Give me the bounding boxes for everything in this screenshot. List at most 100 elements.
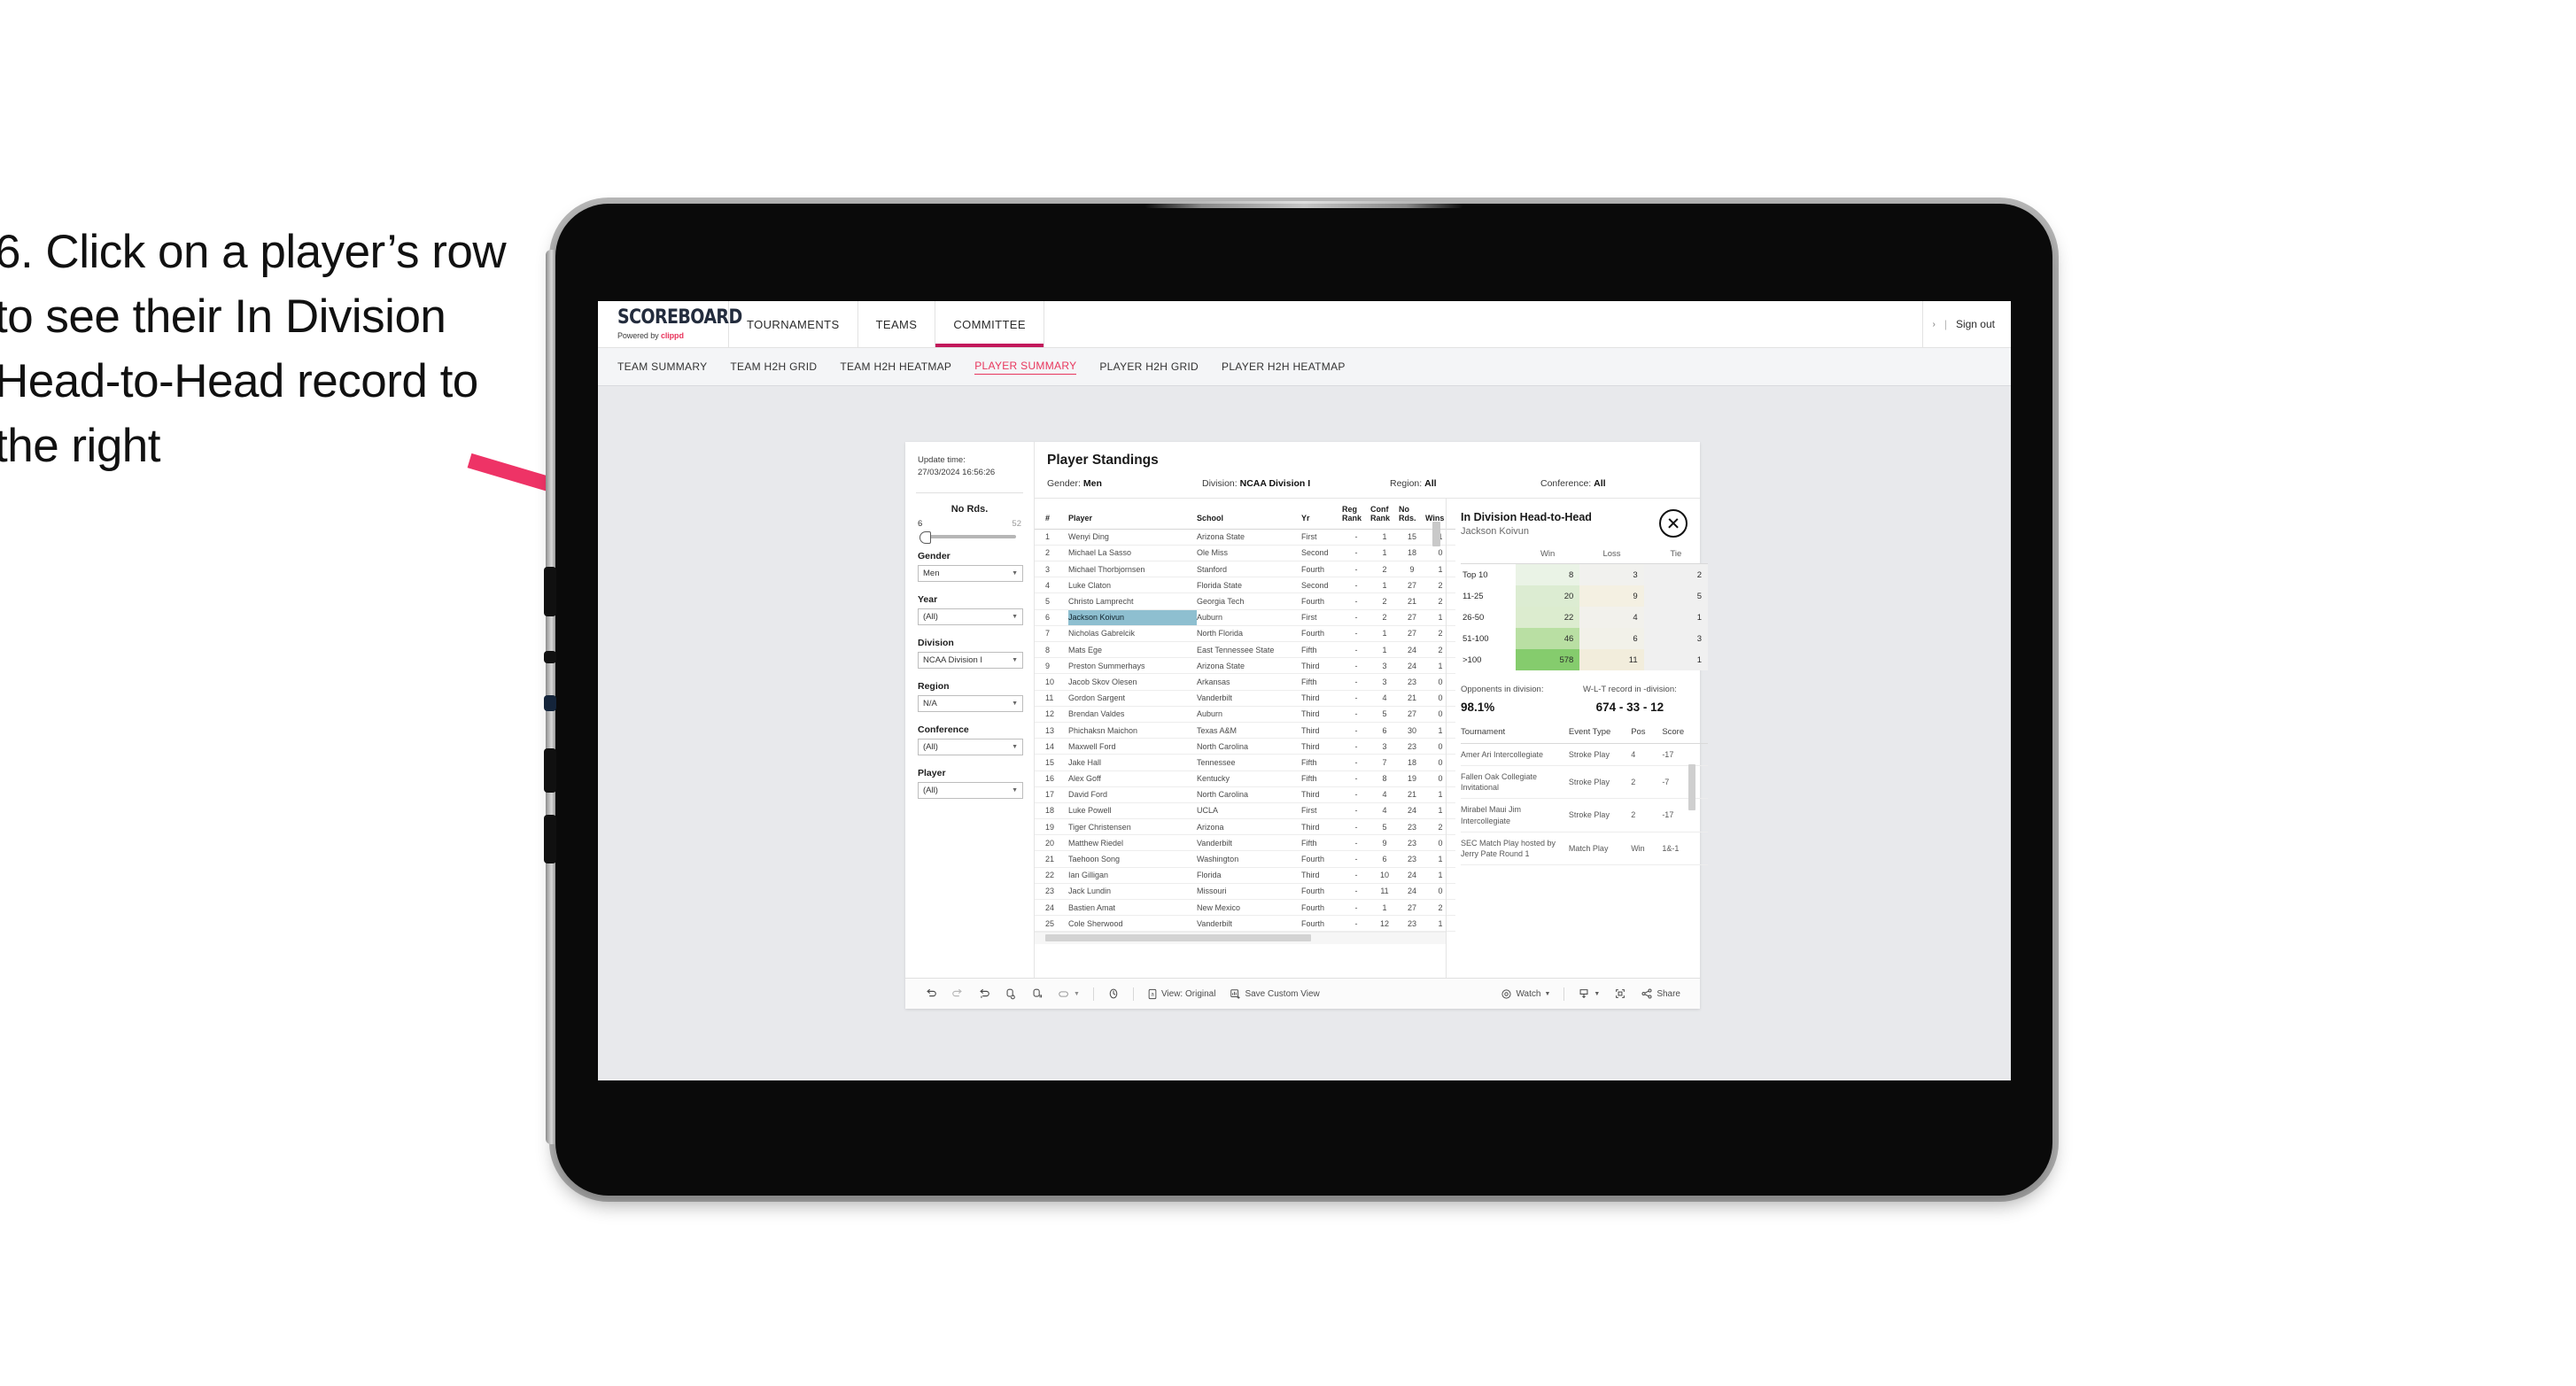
table-row[interactable]: 15 Jake Hall Tennessee Fifth -7 18 0: [1035, 754, 1455, 771]
no-rounds-slider-handle[interactable]: [919, 530, 931, 544]
col-conf-rank[interactable]: Conf Rank: [1370, 499, 1399, 530]
table-row[interactable]: 16 Alex Goff Kentucky Fifth -8 19 0: [1035, 770, 1455, 787]
table-row[interactable]: 9 Preston Summerhays Arizona State Third -3 2…: [1035, 657, 1455, 675]
table-row[interactable]: 11 Gordon Sargent Vanderbilt Third -4 21 0: [1035, 690, 1455, 707]
standings-vertical-scrollbar[interactable]: [1432, 522, 1440, 546]
col-reg-rank[interactable]: Reg Rank: [1342, 499, 1370, 530]
tablet-volume-down-button[interactable]: [544, 815, 556, 863]
tournament-event-type: Stroke Play: [1568, 798, 1632, 832]
tab-player-h2h-heatmap[interactable]: PLAYER H2H HEATMAP: [1222, 360, 1346, 373]
col-yr[interactable]: Yr: [1301, 499, 1342, 530]
view-original-button[interactable]: a View: Original: [1140, 988, 1223, 1000]
table-row[interactable]: 20 Matthew Riedel Vanderbilt Fifth -9 23 0: [1035, 834, 1455, 852]
col-pos[interactable]: Pos: [1631, 727, 1663, 744]
revert-icon[interactable]: [971, 987, 997, 1000]
col-tournament[interactable]: Tournament: [1461, 727, 1569, 744]
row-year: Third: [1301, 867, 1342, 884]
table-row[interactable]: 23 Jack Lundin Missouri Fourth -11 24 0: [1035, 883, 1455, 901]
row-year: First: [1301, 529, 1342, 546]
tablet-side-button-1[interactable]: [544, 567, 556, 616]
close-circle-icon[interactable]: [1659, 509, 1688, 538]
tournament-row[interactable]: Fallen Oak Collegiate Invitational Stroke…: [1461, 765, 1708, 800]
summary-gender: Gender: Men: [1047, 478, 1202, 489]
col-no-rds[interactable]: No Rds.: [1399, 499, 1425, 530]
table-row[interactable]: 12 Brendan Valdes Auburn Third -5 27 0: [1035, 706, 1455, 723]
row-reg-rank: -: [1342, 754, 1370, 771]
chevron-right-icon[interactable]: ›: [1932, 320, 1935, 329]
row-player-name: Michael Thorbjornsen: [1068, 561, 1197, 578]
tab-player-h2h-grid[interactable]: PLAYER H2H GRID: [1099, 360, 1199, 373]
standings-table-head: # Player School Yr Reg Rank Conf Rank No Rd…: [1035, 499, 1455, 530]
row-player-name: Brendan Valdes: [1068, 706, 1197, 723]
table-row[interactable]: 25 Cole Sherwood Vanderbilt Fourth -12 23 1: [1035, 915, 1455, 933]
table-row[interactable]: 2 Michael La Sasso Ole Miss Second -1 18 0: [1035, 545, 1455, 562]
tab-team-h2h-heatmap[interactable]: TEAM H2H HEATMAP: [840, 360, 951, 373]
topnav-item-committee[interactable]: COMMITTEE: [935, 301, 1044, 347]
tab-team-h2h-grid[interactable]: TEAM H2H GRID: [730, 360, 817, 373]
tab-team-summary[interactable]: TEAM SUMMARY: [617, 360, 707, 373]
share-button[interactable]: Share: [1633, 987, 1688, 1000]
tournament-row[interactable]: Mirabel Maui Jim Intercollegiate Stroke P…: [1461, 798, 1708, 832]
row-player-name: Nicholas Gabrelcik: [1068, 625, 1197, 643]
sign-out-link[interactable]: Sign out: [1956, 318, 1995, 330]
table-row[interactable]: 6 Jackson Koivun Auburn First -2 27 1: [1035, 609, 1455, 626]
table-row[interactable]: 21 Taehoon Song Washington Fourth -6 23 1: [1035, 850, 1455, 868]
filter-conference-select[interactable]: (All) ▼: [918, 738, 1023, 755]
col-score[interactable]: Score: [1662, 727, 1708, 744]
row-year: Second: [1301, 577, 1342, 594]
history-icon[interactable]: [1100, 987, 1127, 1000]
tournament-name: Amer Ari Intercollegiate: [1461, 743, 1569, 767]
fullscreen-icon[interactable]: [1607, 987, 1633, 1000]
head-to-head-heatmap-table: Win Loss Tie Top 10 8 3 2 11-25 20 9 5 26-50 22 4 1…: [1461, 549, 1708, 670]
filter-gender-select[interactable]: Men ▼: [918, 564, 1023, 582]
table-row[interactable]: 7 Nicholas Gabrelcik North Florida Fourth -1…: [1035, 625, 1455, 643]
table-row[interactable]: 18 Luke Powell UCLA First -4 24 1: [1035, 802, 1455, 820]
col-player[interactable]: Player: [1068, 499, 1197, 530]
standings-horizontal-scroll-thumb[interactable]: [1045, 934, 1311, 942]
table-row[interactable]: 10 Jacob Skov Olesen Arkansas Fifth -3 23 0: [1035, 673, 1455, 691]
dashboard-canvas: Update time: 27/03/2024 16:56:26 No Rds.…: [598, 386, 2011, 1080]
download-icon[interactable]: ▼: [1571, 987, 1607, 1000]
tablet-volume-up-button[interactable]: [544, 748, 556, 793]
table-row[interactable]: 14 Maxwell Ford North Carolina Third -3 23 0: [1035, 738, 1455, 755]
topnav-item-tournaments[interactable]: TOURNAMENTS: [729, 301, 858, 347]
table-row[interactable]: 8 Mats Ege East Tennessee State Fifth -1 24 2: [1035, 641, 1455, 659]
save-custom-view-button[interactable]: Save Custom View: [1222, 988, 1326, 1000]
table-row[interactable]: 24 Bastien Amat New Mexico Fourth -1 27 2: [1035, 899, 1455, 917]
table-row[interactable]: 5 Christo Lamprecht Georgia Tech Fourth -2 21…: [1035, 592, 1455, 610]
topnav-item-teams[interactable]: TEAMS: [858, 301, 936, 347]
zoom-dropdown-icon[interactable]: ▼: [1051, 989, 1087, 999]
row-school: North Carolina: [1197, 738, 1301, 755]
pause-updates-icon[interactable]: [1024, 987, 1051, 1000]
col-rank[interactable]: #: [1035, 499, 1068, 530]
filter-year-select[interactable]: (All) ▼: [918, 608, 1023, 625]
app-logo[interactable]: SCOREBOARD Powered by clippd: [598, 301, 742, 347]
undo-icon[interactable]: [918, 987, 944, 1000]
col-school[interactable]: School: [1197, 499, 1301, 530]
no-rounds-slider-track[interactable]: [919, 530, 1016, 544]
tablet-side-button-2[interactable]: [544, 651, 556, 663]
refresh-data-icon[interactable]: [997, 987, 1024, 1000]
table-row[interactable]: 3 Michael Thorbjornsen Stanford Fourth -2 9 1: [1035, 561, 1455, 578]
table-row[interactable]: 1Wenyi DingArizona StateFirst-1151: [1035, 529, 1455, 546]
table-row[interactable]: 17 David Ford North Carolina Third -4 21 1: [1035, 786, 1455, 803]
tournaments-scrollbar[interactable]: [1688, 764, 1695, 810]
redo-icon[interactable]: [944, 987, 971, 1000]
tournament-row[interactable]: SEC Match Play hosted by Jerry Pate Roun…: [1461, 832, 1708, 865]
head-to-head-detail-panel: In Division Head-to-Head Jackson Koivun …: [1446, 499, 1708, 978]
table-row[interactable]: 19 Tiger Christensen Arizona Third -5 23 2: [1035, 818, 1455, 836]
filter-player-select[interactable]: (All) ▼: [918, 781, 1023, 799]
filter-region-select[interactable]: N/A ▼: [918, 694, 1023, 712]
filter-division-select[interactable]: NCAA Division I ▼: [918, 651, 1023, 669]
table-row[interactable]: 4 Luke Claton Florida State Second -1 27 2: [1035, 577, 1455, 594]
table-row[interactable]: 22 Ian Gilligan Florida Third -10 24 1: [1035, 867, 1455, 884]
tournaments-header-row: Tournament Event Type Pos Score: [1461, 727, 1708, 744]
table-row[interactable]: 13 Phichaksn Maichon Texas A&M Third -6 30 1: [1035, 722, 1455, 739]
row-rank: 10: [1035, 673, 1068, 691]
standings-horizontal-scrollbar[interactable]: [1035, 932, 1446, 945]
watch-button[interactable]: Watch ▼: [1494, 988, 1557, 1000]
tab-player-summary[interactable]: PLAYER SUMMARY: [974, 360, 1077, 375]
col-event-type[interactable]: Event Type: [1568, 727, 1632, 744]
row-conf-rank: 3: [1370, 657, 1399, 675]
tournament-row[interactable]: Amer Ari Intercollegiate Stroke Play 4 -17: [1461, 743, 1708, 767]
